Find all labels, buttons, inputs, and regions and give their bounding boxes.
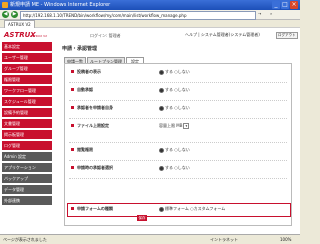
sidebar-item[interactable]: グループ管理 [2, 64, 52, 74]
row-label: 申請フォームの種類 [77, 206, 113, 211]
save-button[interactable]: 保存 [137, 215, 147, 221]
sidebar-item[interactable]: 掲示板管理 [2, 130, 52, 140]
address-bar: ◀ ▶ http://192.168.1.10/TREND/bin/workfl… [0, 10, 300, 20]
size-select[interactable]: ▾ [183, 123, 190, 129]
sidebar-item[interactable]: 権限管理 [2, 75, 52, 85]
go-icon[interactable]: → [258, 11, 261, 16]
logo-sub: ASTRUX V2 [30, 34, 48, 38]
settings-row: ファイル上限設定 容量上限 MB ▾ [69, 122, 287, 143]
row-label: 申請時の承認者選択 [77, 165, 113, 170]
ie-icon [2, 2, 8, 8]
user-info: ログイン: 管理者 [90, 33, 121, 38]
settings-row: 申請フォームの種類 標準フォーム ○カスタムフォーム [69, 205, 287, 215]
row-label: ファイル上限設定 [77, 123, 109, 128]
row-value[interactable]: する ○しない [159, 69, 190, 75]
radio-on[interactable] [159, 147, 164, 153]
page-title: 申請・承認管理 [62, 46, 98, 52]
sidebar-item[interactable]: ユーザー管理 [2, 53, 52, 63]
row-marker [71, 106, 74, 109]
settings-row: 申請時の承認者選択 する ○しない [69, 164, 287, 179]
row-marker [71, 148, 74, 151]
row-value-text: する ○しない [165, 147, 190, 152]
radio-on[interactable] [159, 206, 164, 212]
url-input[interactable]: http://192.168.1.10/TREND/bin/workflow/m… [20, 11, 256, 20]
settings-row: 投稿者の表示 する ○しない [69, 68, 287, 83]
maximize-icon[interactable]: □ [281, 1, 289, 9]
window-titlebar: 新規申請 ME - Windows Internet Explorer _ □ … [0, 0, 300, 10]
row-value[interactable]: 容量上限 MB ▾ [159, 123, 190, 129]
row-value-text: する ○しない [165, 165, 190, 170]
radio-on[interactable] [159, 69, 164, 75]
radio-on[interactable] [159, 165, 164, 171]
row-marker [71, 207, 74, 210]
settings-row: 自動承認 する ○しない [69, 86, 287, 101]
row-marker [71, 70, 74, 73]
sidebar-item[interactable]: スケジュール管理 [2, 97, 52, 107]
sidebar-item[interactable]: 文書管理 [2, 119, 52, 129]
row-value-text: する ○しない [165, 105, 190, 110]
row-marker [71, 124, 74, 127]
row-value[interactable]: 標準フォーム ○カスタムフォーム [159, 206, 225, 212]
minimize-icon[interactable]: _ [272, 1, 280, 9]
settings-panel: 投稿者の表示 する ○しない 自動承認 する ○しない 承認者を申請者自身 する… [64, 63, 292, 226]
forward-icon[interactable]: ▶ [11, 11, 18, 18]
row-label: 自動承認 [77, 87, 93, 92]
row-label: 投稿者の表示 [77, 69, 101, 74]
row-value-text: 容量上限 MB [159, 123, 183, 128]
sidebar-item[interactable]: アプリケーション [2, 163, 52, 173]
row-value[interactable]: する ○しない [159, 105, 190, 111]
sidebar-item[interactable]: データ管理 [2, 185, 52, 195]
row-value[interactable]: する ○しない [159, 147, 190, 153]
row-value[interactable]: する ○しない [159, 165, 190, 171]
sidebar-item[interactable]: ログ管理 [2, 141, 52, 151]
sidebar-item[interactable]: 基本設定 [2, 42, 52, 52]
row-label: 承認者を申請者自身 [77, 105, 113, 110]
row-value-text: 標準フォーム ○カスタムフォーム [165, 206, 226, 211]
sidebar-item[interactable]: 設備予約管理 [2, 108, 52, 118]
row-value[interactable]: する ○しない [159, 87, 190, 93]
page-content: ASTRUX ASTRUX V2 ログイン: 管理者 ヘルプ | システム管理者… [0, 28, 300, 234]
favorites-bar: ASTRUX V2 [0, 20, 300, 29]
search-icon[interactable]: ⌕ [270, 11, 272, 16]
sidebar-item[interactable]: Admin 設定 [2, 152, 52, 162]
top-links[interactable]: ヘルプ | システム管理者(システム管理者) [185, 32, 260, 38]
window-title: 新規申請 ME - Windows Internet Explorer [10, 2, 111, 8]
radio-on[interactable] [159, 87, 164, 93]
sidebar-item[interactable]: ワークフロー管理 [2, 86, 52, 96]
close-icon[interactable]: × [290, 1, 298, 9]
back-icon[interactable]: ◀ [2, 11, 9, 18]
row-value-text: する ○しない [165, 87, 190, 92]
row-value-text: する ○しない [165, 69, 190, 74]
main-area: 申請・承認管理 申請一覧 ルートプラン管理 設定 投稿者の表示 する ○しない … [58, 42, 294, 232]
sidebar-item[interactable]: 外部連携 [2, 196, 52, 206]
settings-row: 閲覧権限 する ○しない [69, 146, 287, 161]
sidebar-item[interactable]: バックアップ [2, 174, 52, 184]
logout-button[interactable]: ログアウト [276, 32, 298, 39]
row-label: 閲覧権限 [77, 147, 93, 152]
row-marker [71, 88, 74, 91]
row-marker [71, 166, 74, 169]
radio-on[interactable] [159, 105, 164, 111]
settings-row: 承認者を申請者自身 する ○しない [69, 104, 287, 119]
